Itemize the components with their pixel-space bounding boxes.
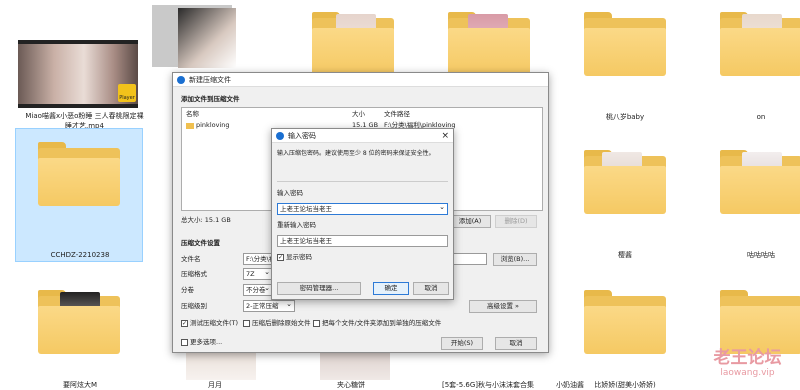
folder-label: 咕咕咕咕 [747,251,775,259]
divider [277,181,448,182]
settings-heading: 压缩文件设置 [181,239,220,247]
archive-cancel-button[interactable]: 取消 [495,337,537,350]
archive-dialog-titlebar: 新建压缩文件 [173,73,548,87]
ok-button[interactable]: 确定 [373,282,409,295]
more-options-label[interactable]: 更多选项... [190,338,222,347]
column-path[interactable]: 文件路径 [384,110,410,119]
folder-icon[interactable] [720,150,800,214]
password-dialog-titlebar: 输入密码 × [272,129,453,143]
folder-thumbnail[interactable] [178,8,236,68]
folder-label: 桃八岁baby [605,113,645,121]
folder-label: 要阿炫大M [62,381,98,389]
split-label: 分卷 [181,286,194,294]
format-select[interactable]: 7Z [243,267,273,280]
test-archive-checkbox[interactable]: ✓ [181,320,188,327]
total-size: 总大小: 15.1 GB [181,216,231,224]
password-dialog: 输入密码 × 输入压缩包密码。建议使用至少 8 位的密码来保证安全性。 输入密码… [271,128,454,300]
browse-button[interactable]: 浏览(B)... [493,253,537,266]
folder-thumbnail[interactable] [320,350,390,380]
password-manager-button[interactable]: 密码管理器... [277,282,361,295]
add-files-heading: 添加文件到压缩文件 [181,95,240,103]
folder-label: 樱酱 [618,251,632,259]
app-icon [276,132,284,140]
folder-icon[interactable] [38,290,120,354]
test-archive-label: 测试压缩文件(T) [190,319,239,327]
add-button[interactable]: 添加(A) [449,215,491,228]
video-thumbnail[interactable]: Player [18,40,138,108]
folder-thumbnail[interactable] [186,350,256,380]
folder-label: 比娇娇(甜美小娇娇) [594,381,656,389]
folder-icon[interactable] [720,12,800,76]
folder-icon[interactable] [720,290,800,354]
start-button[interactable]: 开始(S) [441,337,483,350]
password-instruction: 输入压缩包密码。建议使用至少 8 位的密码来保证安全性。 [277,150,435,157]
enter-password-label: 输入密码 [277,189,303,197]
password-cancel-button[interactable]: 取消 [413,282,449,295]
show-password-checkbox[interactable]: ✓ [277,254,284,261]
folder-label: CCHDZ-2210238 [50,251,110,259]
delete-source-label: 压缩后删除原始文件 [252,319,311,327]
level-select[interactable]: 2-正常压缩 [243,299,295,312]
folder-icon[interactable] [584,290,666,354]
show-password-label: 显示密码 [286,253,312,261]
filename-label: 文件名 [181,255,201,263]
split-select[interactable]: 不分卷 [243,283,273,296]
folder-label: 夹心糖饼 [337,381,365,389]
watermark: 老王论坛 laowang.vip [713,348,782,378]
column-size[interactable]: 大小 [352,110,365,119]
folder-icon[interactable] [312,12,394,76]
app-icon [177,76,185,84]
delete-button[interactable]: 删除(D) [495,215,537,228]
format-label: 压缩格式 [181,270,207,278]
folder-icon[interactable] [584,12,666,76]
more-options-checkbox[interactable] [181,339,188,346]
delete-source-checkbox[interactable] [243,320,250,327]
separate-archive-label: 把每个文件/文件夹添加到单独的压缩文件 [322,319,442,327]
player-badge: Player [118,84,136,102]
level-label: 压缩级别 [181,302,207,310]
reenter-password-label: 重新输入密码 [277,221,316,229]
folder-icon[interactable] [38,142,120,206]
reenter-password-input[interactable]: 上老王论坛当老王 [277,235,448,247]
folder-label: 月月 [208,381,222,389]
column-name[interactable]: 名称 [186,110,199,119]
folder-label: on [756,113,766,121]
folder-icon[interactable] [584,150,666,214]
advanced-settings-button[interactable]: 高级设置 » [469,300,537,313]
separate-archive-checkbox[interactable] [313,320,320,327]
folder-small-icon [186,123,194,129]
enter-password-input[interactable]: 上老王论坛当老王 [277,202,448,215]
close-icon[interactable]: × [441,129,449,143]
file-row-name[interactable]: pinkloving [196,121,230,130]
folder-icon[interactable] [448,12,530,76]
